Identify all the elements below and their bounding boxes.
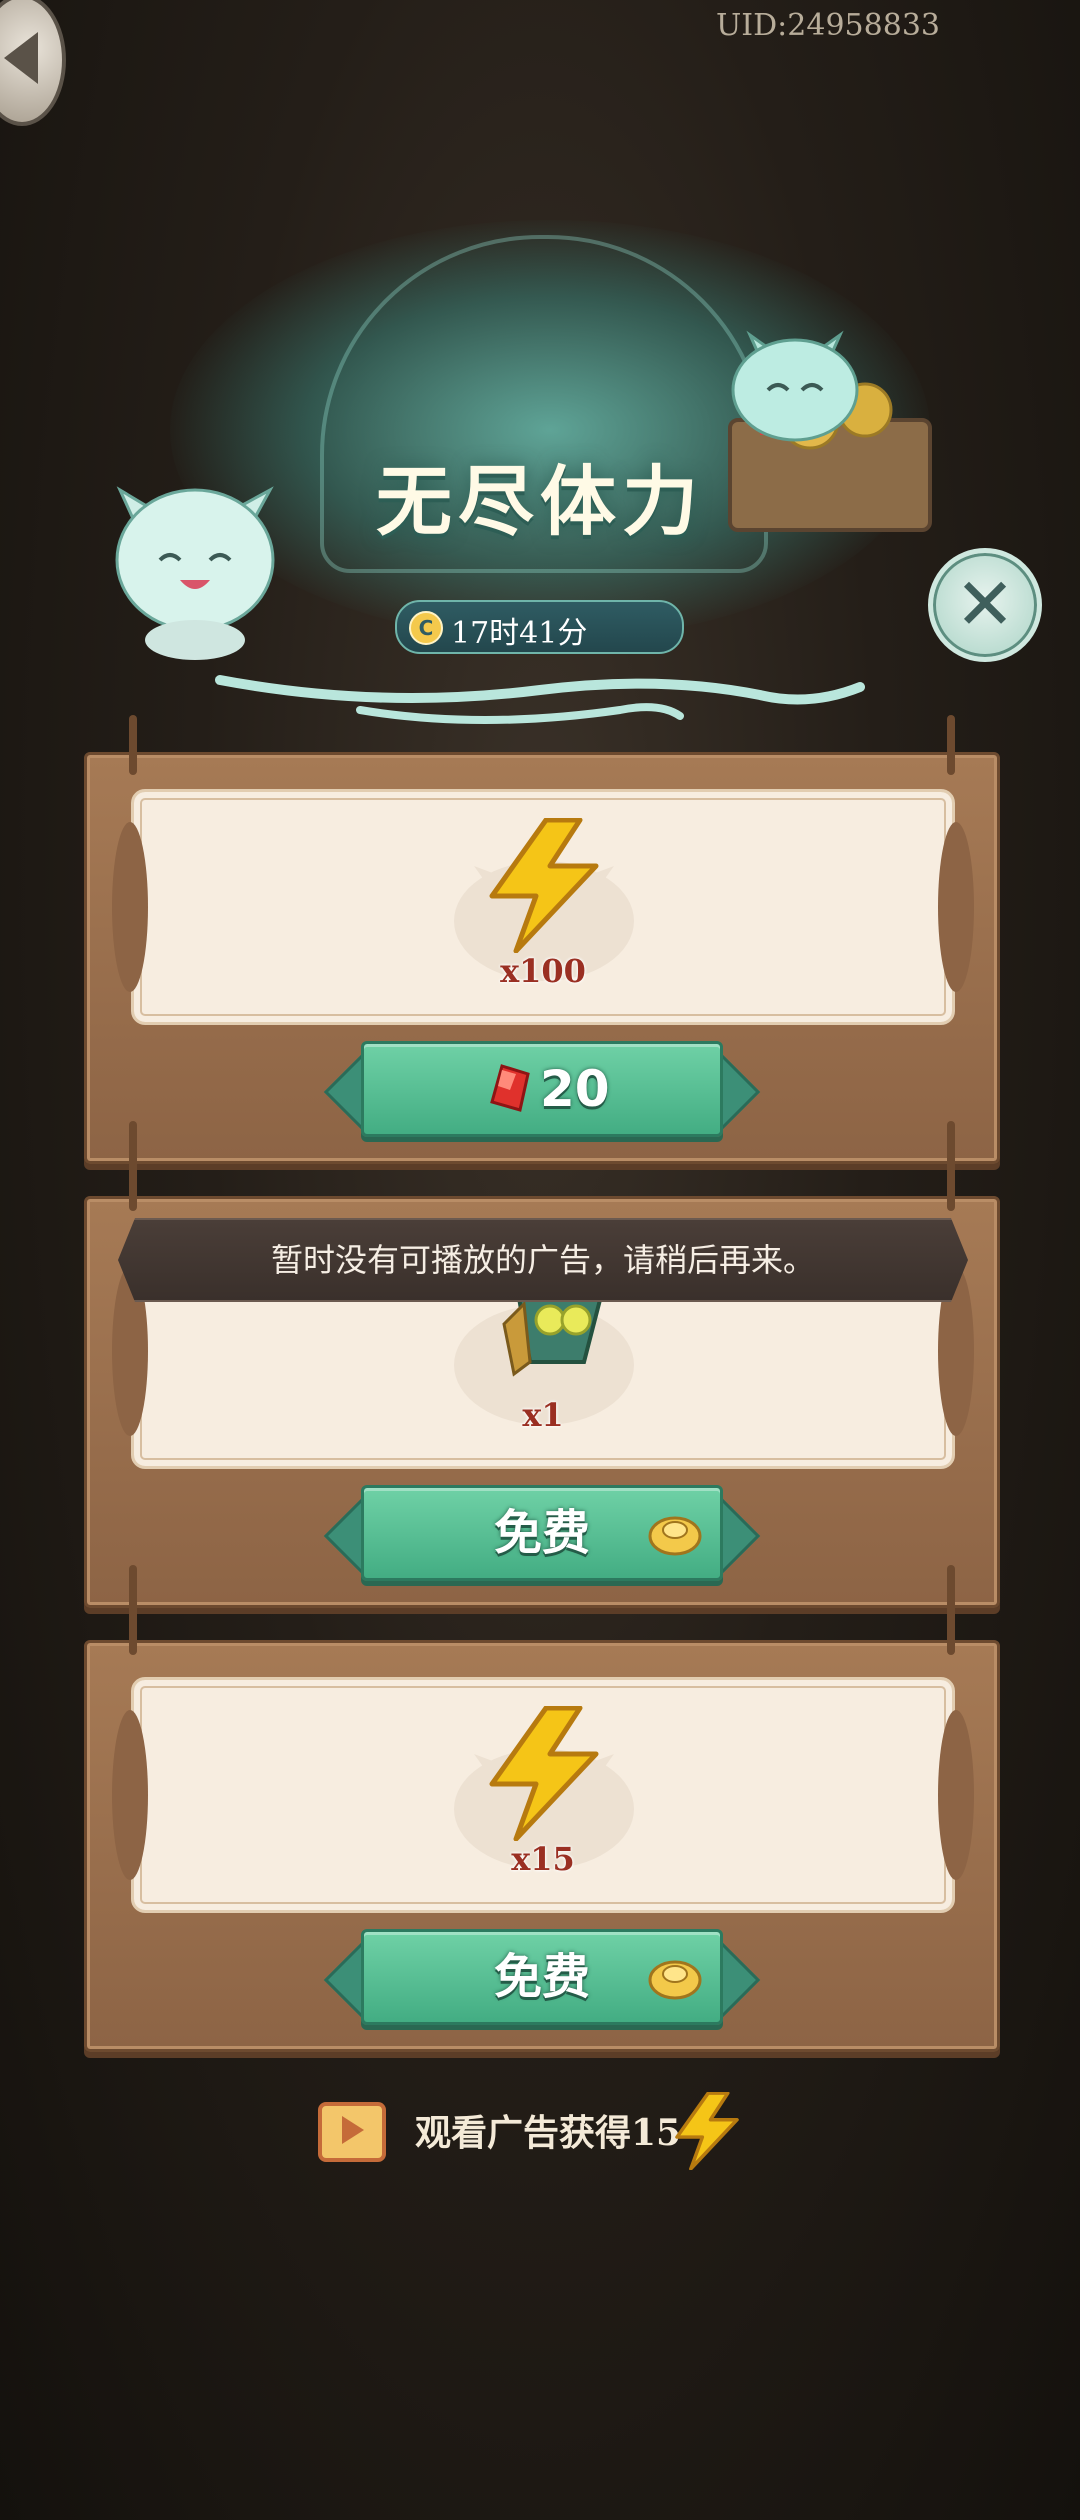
red-gem-icon [490,1064,530,1112]
offer-card-1: x100 20 [84,715,1000,1164]
close-button[interactable]: ✕ [928,548,1042,662]
back-arrow-icon [4,32,38,84]
lightning-bolt-icon [675,2092,739,2170]
offer-quantity: x15 [511,1840,575,1878]
uid-label: UID:24958833 [716,8,940,43]
cloud-swirl-icon [215,675,865,724]
timer-text: 17时41分 [451,616,588,651]
card-rope [947,715,955,775]
offer-panel: x15 [112,1677,974,1913]
card-rope [129,715,137,775]
gem-price: 20 [540,1060,610,1118]
offer-quantity: x100 [500,952,586,990]
gold-ingot-icon [648,1516,702,1556]
card-rope [129,1565,137,1655]
close-icon: ✕ [954,562,1016,646]
buy-with-gems-button[interactable]: 20 [323,1041,761,1137]
page-title: 无尽体力 [376,457,704,546]
video-play-icon [318,2102,386,2162]
lightning-bolt-icon [489,1706,599,1841]
toast-text: 暂时没有可播放的广告，请稍后再来。 [270,1241,815,1279]
offer-quantity: x1 [522,1396,564,1434]
watch-ad-text: 观看广告获得15 [415,2112,682,2154]
lightning-bolt-icon [489,818,599,953]
free-claim-button[interactable]: 免费 [323,1485,761,1581]
toast-message: 暂时没有可播放的广告，请稍后再来。 [118,1218,968,1302]
gold-ingot-icon [648,1960,702,2000]
watch-ad-row[interactable]: 观看广告获得15 [240,2090,840,2170]
back-button[interactable] [0,0,66,126]
clock-coin-icon: C [409,611,443,645]
timer-badge: C 17时41分 [395,600,684,654]
offer-panel: x100 [112,789,974,1025]
offer-card-3: x15 免费 [84,1565,1000,2052]
card-rope [947,1121,955,1211]
card-rope [129,1121,137,1211]
card-rope [947,1565,955,1655]
free-claim-button[interactable]: 免费 [323,1929,761,2025]
